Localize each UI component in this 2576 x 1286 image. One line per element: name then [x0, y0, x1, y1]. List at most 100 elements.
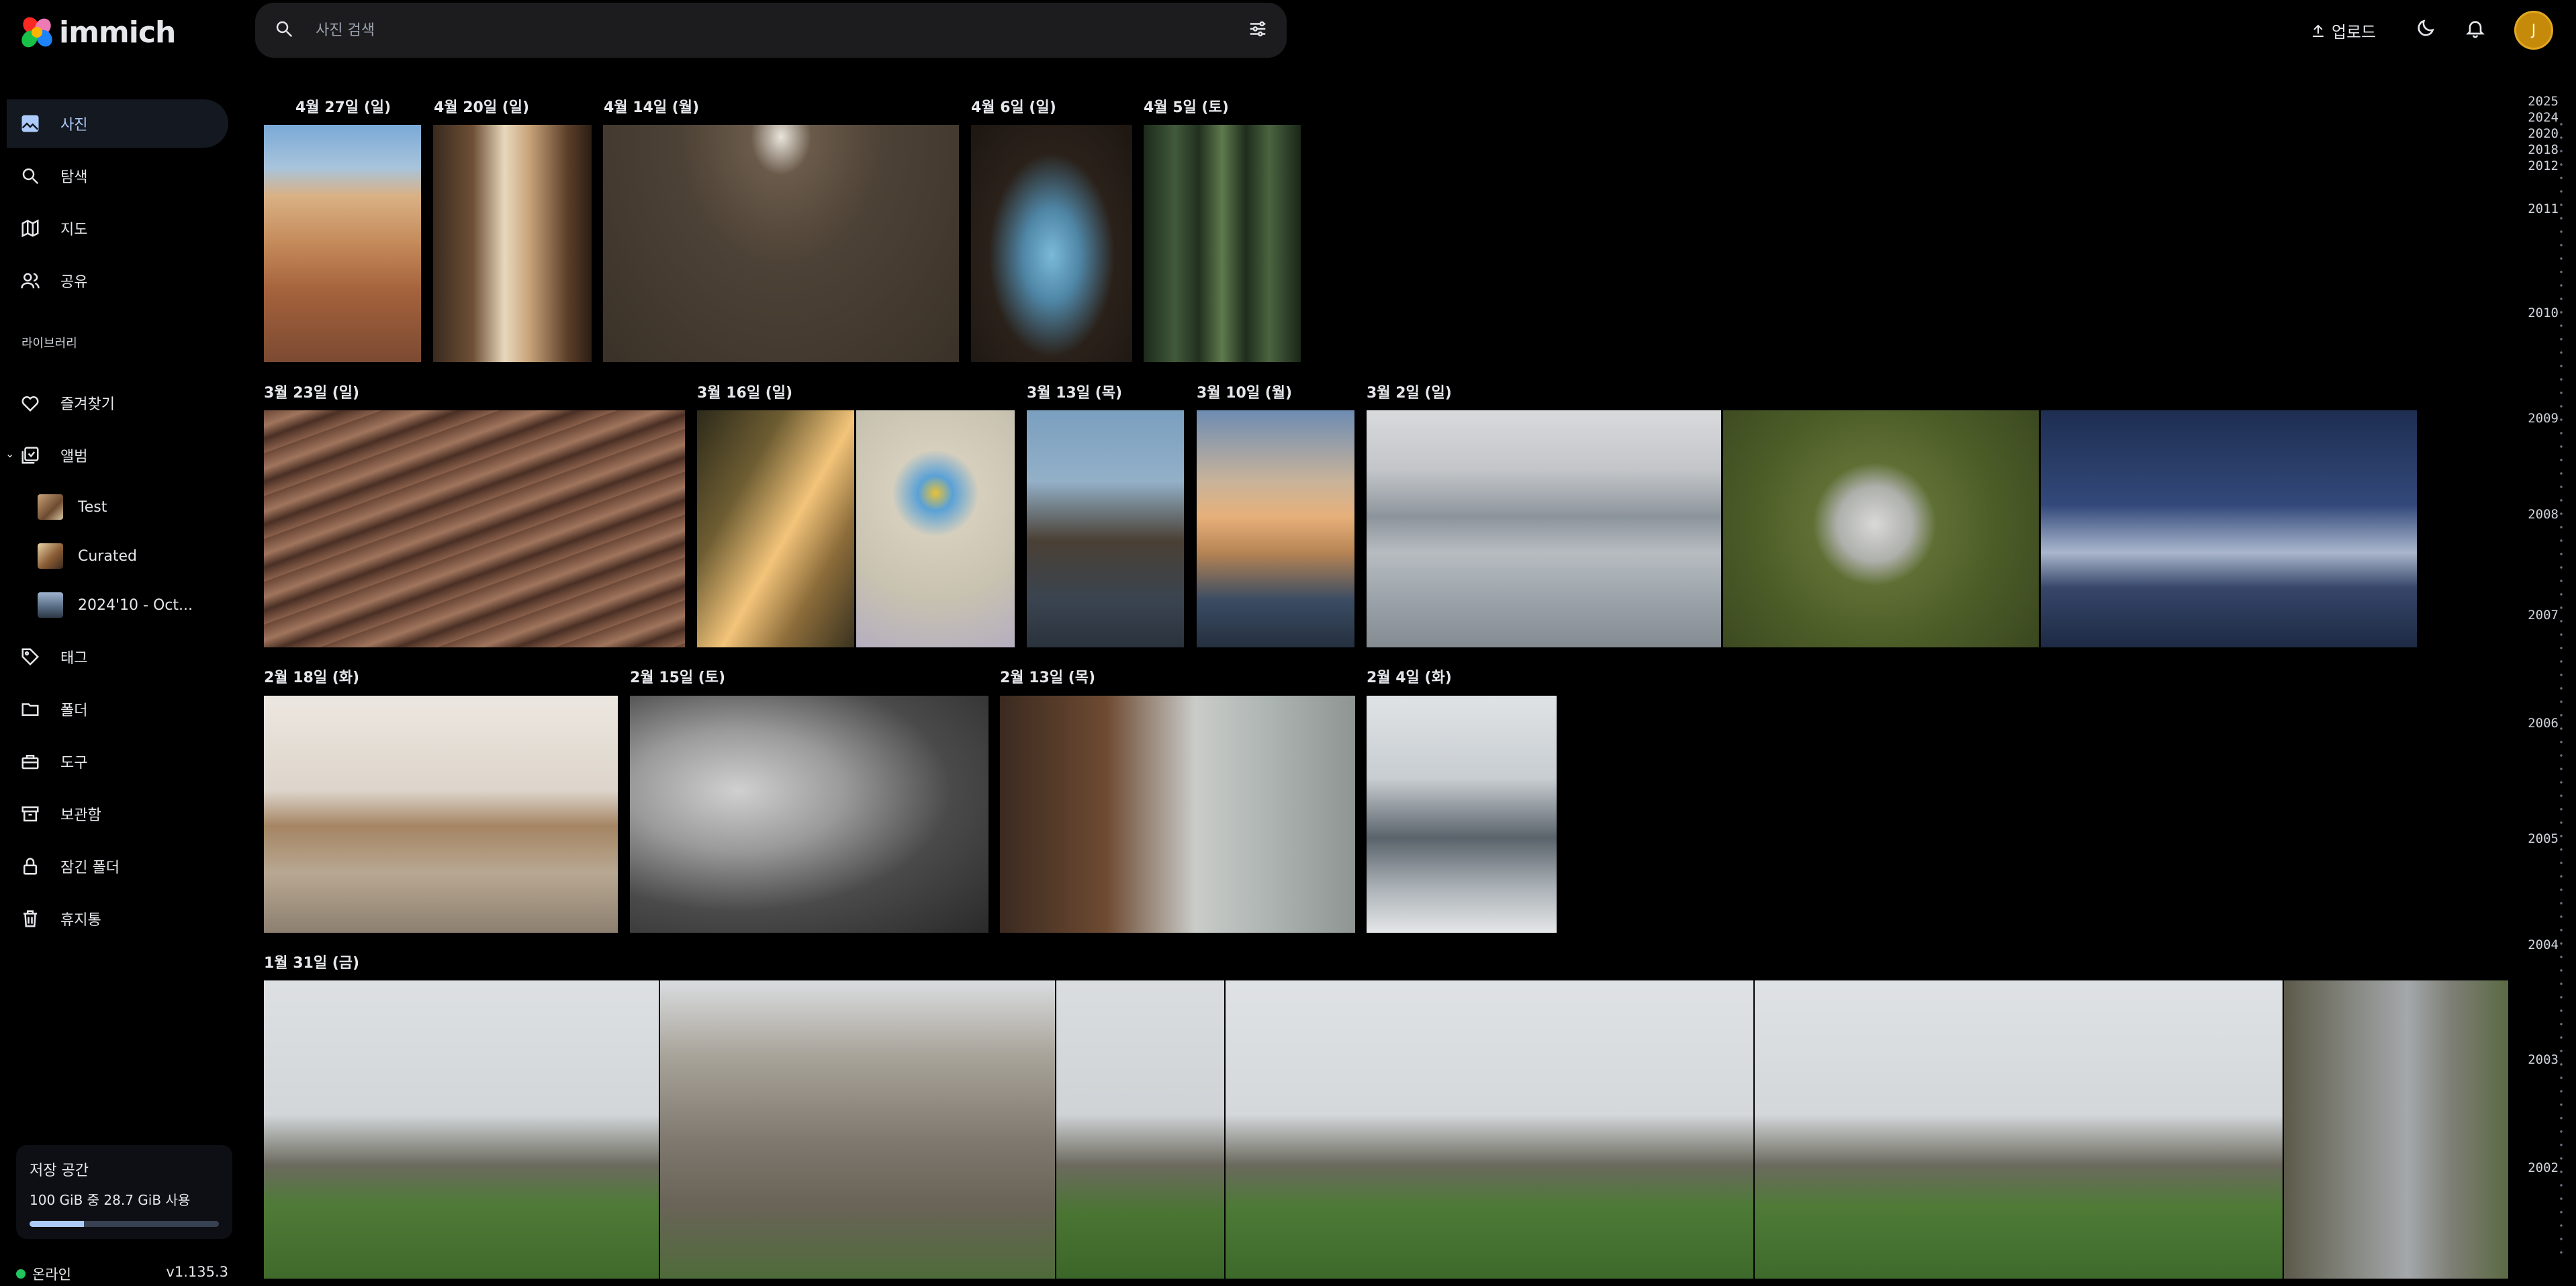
search-bar[interactable] [255, 3, 1287, 58]
scrubber-year[interactable]: 2012 [2528, 158, 2559, 173]
photo-thumbnail[interactable] [1367, 696, 1557, 933]
app-name: immich [59, 15, 176, 50]
photo-thumbnail[interactable] [1000, 696, 1355, 933]
archive-icon [21, 806, 39, 822]
avatar[interactable]: J [2514, 11, 2553, 50]
scrubber-year[interactable]: 2002 [2528, 1160, 2559, 1175]
sidebar-item-explore[interactable]: 탐색 [7, 152, 228, 200]
scrubber-year[interactable]: 2020 [2528, 126, 2559, 141]
app-logo[interactable]: immich [17, 13, 176, 51]
photo-thumbnail[interactable] [1226, 980, 1753, 1279]
scrubber-year[interactable]: 2009 [2528, 411, 2559, 426]
scrubber-year[interactable]: 2007 [2528, 608, 2559, 623]
photo-thumbnail[interactable] [264, 410, 685, 647]
sidebar-item-map[interactable]: 지도 [7, 204, 228, 252]
sidebar-item-tags[interactable]: 태그 [7, 633, 228, 681]
scrubber-year[interactable]: 2005 [2528, 831, 2559, 846]
upload-icon [2313, 24, 2324, 37]
sidebar-item-label: 도구 [60, 755, 88, 772]
sidebar-item-label: 태그 [60, 650, 88, 667]
sidebar-item-utilities[interactable]: 도구 [7, 737, 228, 786]
moon-icon [2418, 19, 2434, 36]
photo-thumbnail[interactable] [2041, 410, 2417, 647]
sidebar-album-oct[interactable]: 2024'10 - Oct... [38, 592, 193, 618]
sidebar-item-folders[interactable]: 폴더 [7, 685, 228, 733]
photo-thumbnail[interactable] [1755, 980, 2283, 1279]
map-icon [21, 219, 39, 238]
photo-thumbnail[interactable] [264, 980, 659, 1279]
storage-progress-fill [30, 1221, 84, 1227]
album-thumbnail [38, 543, 63, 569]
sidebar-item-locked-folder[interactable]: 잠긴 폴더 [7, 842, 228, 890]
album-icon [21, 447, 39, 464]
date-group-label[interactable]: 3월 16일 (일) [697, 381, 792, 402]
storage-progress-bar [30, 1221, 219, 1227]
scrubber-year[interactable]: 2024 [2528, 110, 2559, 125]
photo-thumbnail[interactable] [856, 410, 1015, 647]
date-group-label[interactable]: 3월 2일 (일) [1367, 381, 1452, 402]
date-group-label[interactable]: 4월 27일 (일) [295, 95, 391, 117]
photo-thumbnail[interactable] [2284, 980, 2508, 1279]
date-group-label[interactable]: 2월 13일 (목) [1000, 665, 1095, 687]
sidebar-album-test[interactable]: Test [38, 494, 107, 520]
date-group-label[interactable]: 4월 14일 (월) [604, 95, 699, 117]
scrubber-year[interactable]: 2011 [2528, 201, 2559, 216]
sidebar-item-photos[interactable]: 사진 [7, 99, 228, 148]
date-group-label[interactable]: 2월 4일 (화) [1367, 665, 1452, 687]
storage-card[interactable]: 저장 공간 100 GiB 중 28.7 GiB 사용 [16, 1145, 232, 1239]
search-icon [22, 168, 39, 185]
date-group-label[interactable]: 2월 18일 (화) [264, 665, 359, 687]
date-group-label[interactable]: 3월 10일 (월) [1197, 381, 1292, 402]
date-group-label[interactable]: 2월 15일 (토) [630, 665, 725, 687]
photo-thumbnail[interactable] [1367, 410, 1721, 647]
search-options-icon[interactable] [1248, 19, 1268, 42]
people-icon [21, 273, 40, 289]
sidebar-item-label: 공유 [60, 274, 88, 291]
photo-thumbnail[interactable] [1027, 410, 1184, 647]
photo-thumbnail[interactable] [603, 125, 959, 362]
photo-thumbnail[interactable] [1056, 980, 1224, 1279]
scrubber-year[interactable]: 2008 [2528, 507, 2559, 522]
theme-toggle-button[interactable] [2415, 17, 2439, 42]
sidebar-item-label: 폴더 [60, 702, 88, 719]
version-label[interactable]: v1.135.3 [166, 1264, 228, 1284]
date-group-label[interactable]: 3월 13일 (목) [1027, 381, 1122, 402]
scrubber-year[interactable]: 2025 [2528, 94, 2559, 109]
date-group-label[interactable]: 4월 20일 (일) [434, 95, 529, 117]
sidebar-item-sharing[interactable]: 공유 [7, 257, 228, 305]
photo-thumbnail[interactable] [971, 125, 1132, 362]
album-label: 2024'10 - Oct... [78, 596, 193, 614]
photo-thumbnail[interactable] [1144, 125, 1301, 362]
sidebar-item-trash[interactable]: 휴지통 [7, 894, 228, 943]
sidebar-item-favorites[interactable]: 즐겨찾기 [7, 379, 228, 427]
scrubber-year[interactable]: 2004 [2528, 937, 2559, 952]
date-group-label[interactable]: 1월 31일 (금) [264, 951, 359, 972]
bell-icon [2466, 21, 2485, 38]
photo-thumbnail[interactable] [264, 696, 618, 933]
date-group-label[interactable]: 4월 6일 (일) [971, 95, 1056, 117]
scrubber-year[interactable]: 2018 [2528, 142, 2559, 157]
heart-icon [21, 396, 39, 412]
photo-thumbnail[interactable] [264, 125, 421, 362]
scrubber-year[interactable]: 2006 [2528, 716, 2559, 731]
photo-thumbnail[interactable] [1197, 410, 1354, 647]
notifications-button[interactable] [2465, 17, 2489, 42]
date-group-label[interactable]: 4월 5일 (토) [1144, 95, 1229, 117]
photo-thumbnail[interactable] [630, 696, 988, 933]
trash-icon [24, 910, 37, 927]
scrubber-year[interactable]: 2003 [2528, 1052, 2559, 1067]
photo-thumbnail[interactable] [660, 980, 1055, 1279]
sidebar-item-archive[interactable]: 보관함 [7, 790, 228, 838]
search-icon[interactable] [274, 19, 294, 42]
photo-thumbnail[interactable] [1723, 410, 2039, 647]
scrubber-year[interactable]: 2010 [2528, 306, 2559, 320]
date-group-label[interactable]: 3월 23일 (일) [264, 381, 359, 402]
photo-thumbnail[interactable] [433, 125, 592, 362]
sidebar: immich 사진 탐색 지도 공유 라이브러리 즐겨찾기 ⌄ 앨범 Test … [0, 0, 248, 1286]
photo-thumbnail[interactable] [697, 410, 854, 647]
search-input[interactable] [316, 21, 1248, 39]
album-thumbnail [38, 494, 63, 520]
sidebar-item-albums[interactable]: 앨범 [7, 431, 228, 479]
upload-button[interactable]: 업로드 [2310, 19, 2376, 42]
sidebar-album-curated[interactable]: Curated [38, 543, 137, 569]
